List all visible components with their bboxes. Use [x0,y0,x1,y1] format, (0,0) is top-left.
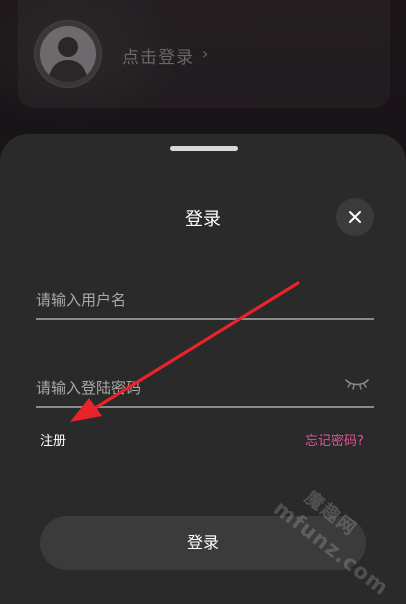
user-icon [40,26,96,82]
drag-handle[interactable] [170,146,238,151]
eye-closed-icon[interactable] [344,376,370,392]
close-icon [349,211,361,223]
avatar[interactable] [34,20,102,88]
close-button[interactable] [336,198,374,236]
password-input[interactable] [36,370,374,408]
chevron-right-icon: › [202,44,209,63]
register-link[interactable]: 注册 [40,430,66,449]
login-prompt[interactable]: 点击登录 [122,43,194,68]
username-input[interactable] [36,282,374,320]
forgot-password-link[interactable]: 忘记密码? [305,430,364,449]
login-button[interactable]: 登录 [40,516,366,570]
